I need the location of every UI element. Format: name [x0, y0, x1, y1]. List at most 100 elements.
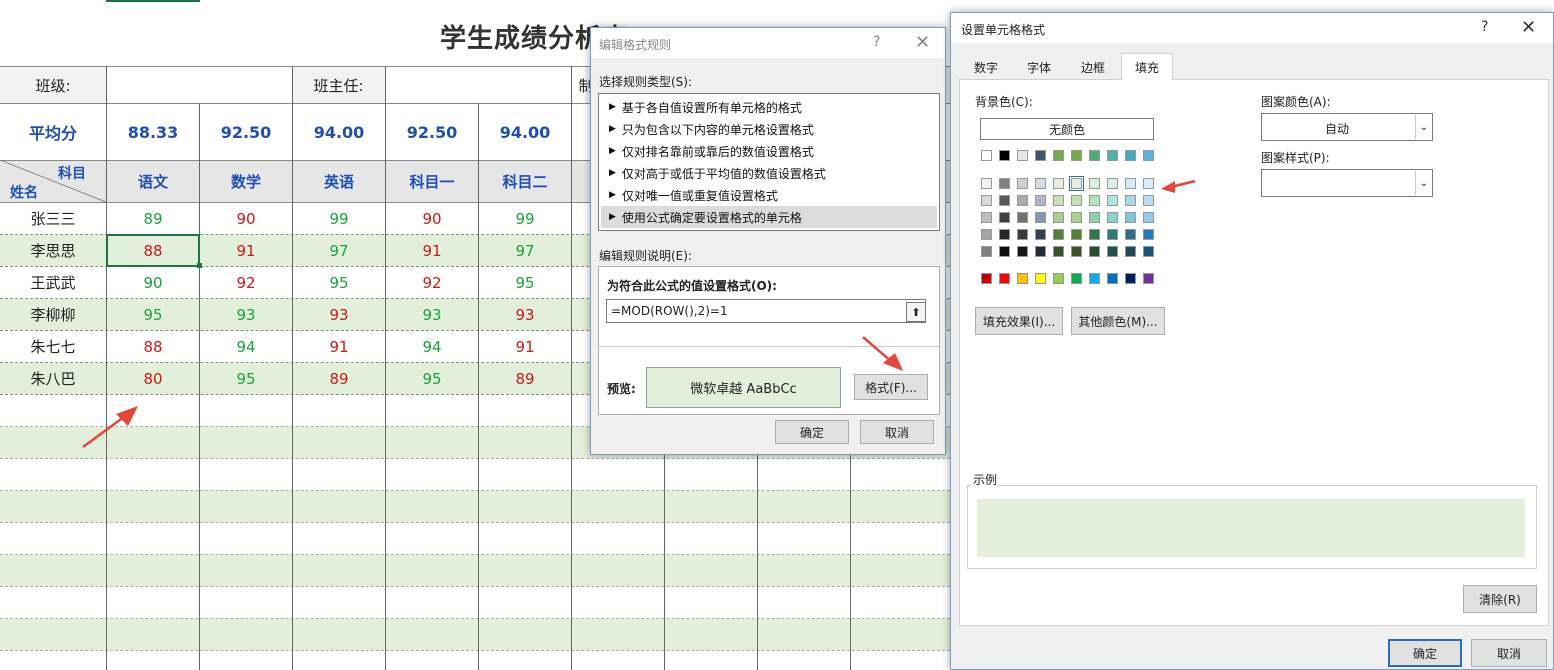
student-name-cell[interactable]: 朱八巴	[0, 363, 106, 394]
clear-button[interactable]: 清除(R)	[1463, 585, 1537, 613]
score-cell[interactable]: 95	[386, 363, 478, 394]
color-swatch[interactable]	[1053, 229, 1064, 240]
score-cell[interactable]: 92	[200, 267, 292, 298]
score-cell[interactable]: 93	[200, 299, 292, 330]
ok-button[interactable]: 确定	[775, 420, 849, 444]
color-swatch[interactable]	[1143, 229, 1154, 240]
color-swatch[interactable]	[1071, 246, 1082, 257]
rule-type-list[interactable]: ▶ 基于各自值设置所有单元格的格式 ▶ 只为包含以下内容的单元格设置格式 ▶ 仅对排名…	[598, 93, 940, 231]
no-color-button[interactable]: 无颜色	[980, 118, 1154, 140]
color-swatch[interactable]	[1143, 212, 1154, 223]
color-swatch[interactable]	[1125, 150, 1136, 161]
color-swatch[interactable]	[1053, 212, 1064, 223]
color-swatch[interactable]	[1089, 195, 1100, 206]
color-swatch[interactable]	[1107, 246, 1118, 257]
color-swatch-selected[interactable]	[1069, 176, 1084, 191]
score-cell[interactable]: 95	[107, 299, 199, 330]
color-swatch[interactable]	[999, 150, 1010, 161]
color-swatch[interactable]	[1089, 150, 1100, 161]
score-cell[interactable]: 89	[479, 363, 571, 394]
color-swatch[interactable]	[1035, 246, 1046, 257]
color-swatch[interactable]	[1035, 195, 1046, 206]
help-icon[interactable]: ?	[1481, 19, 1488, 35]
score-cell[interactable]: 94	[386, 331, 478, 362]
score-cell[interactable]: 88	[107, 331, 199, 362]
standard-color-swatch[interactable]	[999, 273, 1010, 284]
close-icon[interactable]: ✕	[1521, 17, 1536, 38]
tab-number[interactable]: 数字	[963, 55, 1009, 79]
color-swatch[interactable]	[1035, 178, 1046, 189]
score-cell[interactable]: 95	[200, 363, 292, 394]
standard-color-swatch[interactable]	[1053, 273, 1064, 284]
color-swatch[interactable]	[999, 195, 1010, 206]
header-cell[interactable]: 数学	[200, 161, 292, 202]
standard-color-swatch[interactable]	[1107, 273, 1118, 284]
color-swatch[interactable]	[1125, 212, 1136, 223]
color-swatch[interactable]	[1089, 178, 1100, 189]
color-swatch[interactable]	[1017, 229, 1028, 240]
pattern-color-select[interactable]: 自动 ⌄	[1261, 113, 1433, 141]
color-swatch[interactable]	[1143, 195, 1154, 206]
color-swatch[interactable]	[981, 195, 992, 206]
color-swatch[interactable]	[1053, 246, 1064, 257]
close-icon[interactable]: ✕	[915, 32, 930, 53]
pattern-style-select[interactable]: ⌄	[1261, 169, 1433, 197]
avg-value[interactable]: 92.50	[200, 104, 292, 160]
score-cell[interactable]: 90	[107, 267, 199, 298]
score-cell[interactable]: 93	[479, 299, 571, 330]
color-swatch[interactable]	[981, 178, 992, 189]
color-swatch[interactable]	[1107, 195, 1118, 206]
color-swatch[interactable]	[981, 246, 992, 257]
score-cell[interactable]: 95	[293, 267, 385, 298]
format-cells-dialog[interactable]: 设置单元格格式 ? ✕ 数字 字体 边框 填充 背景色(C): 无颜色 填充效果…	[950, 12, 1554, 670]
standard-color-swatch[interactable]	[1035, 273, 1046, 284]
color-swatch[interactable]	[999, 229, 1010, 240]
color-swatch[interactable]	[1125, 178, 1136, 189]
color-swatch[interactable]	[1089, 246, 1100, 257]
student-name-cell[interactable]: 朱七七	[0, 331, 106, 362]
more-colors-button[interactable]: 其他颜色(M)...	[1071, 307, 1165, 335]
student-name-cell[interactable]: 李思思	[0, 235, 106, 266]
color-swatch[interactable]	[1143, 246, 1154, 257]
color-swatch[interactable]	[1071, 150, 1082, 161]
color-swatch[interactable]	[1071, 212, 1082, 223]
color-swatch[interactable]	[1071, 195, 1082, 206]
score-cell[interactable]: 97	[479, 235, 571, 266]
cancel-button[interactable]: 取消	[860, 420, 934, 444]
teacher-value-cell[interactable]	[385, 67, 585, 103]
color-swatch[interactable]	[1017, 178, 1028, 189]
student-name-cell[interactable]: 李柳柳	[0, 299, 106, 330]
rule-type-item[interactable]: ▶ 基于各自值设置所有单元格的格式	[601, 96, 937, 118]
avg-value[interactable]: 88.33	[107, 104, 199, 160]
color-swatch[interactable]	[1107, 150, 1118, 161]
avg-value[interactable]: 94.00	[479, 104, 571, 160]
score-cell[interactable]: 89	[293, 363, 385, 394]
color-swatch[interactable]	[1035, 229, 1046, 240]
color-swatch[interactable]	[1143, 178, 1154, 189]
score-cell[interactable]: 90	[200, 203, 292, 234]
color-swatch[interactable]	[1053, 150, 1064, 161]
score-cell[interactable]: 80	[107, 363, 199, 394]
standard-color-swatch[interactable]	[1125, 273, 1136, 284]
standard-color-swatch[interactable]	[1017, 273, 1028, 284]
tab-font[interactable]: 字体	[1013, 55, 1065, 79]
edit-format-rule-dialog[interactable]: 编辑格式规则 ? ✕ 选择规则类型(S): ▶ 基于各自值设置所有单元格的格式 ▶…	[590, 27, 946, 455]
color-swatch[interactable]	[1143, 150, 1154, 161]
score-cell[interactable]: 95	[479, 267, 571, 298]
color-swatch[interactable]	[1071, 229, 1082, 240]
color-swatch[interactable]	[1089, 229, 1100, 240]
color-swatch[interactable]	[1017, 150, 1028, 161]
standard-color-swatch[interactable]	[1143, 273, 1154, 284]
standard-color-swatch[interactable]	[981, 273, 992, 284]
score-cell[interactable]: 94	[200, 331, 292, 362]
avg-value[interactable]: 92.50	[386, 104, 478, 160]
score-cell[interactable]: 91	[386, 235, 478, 266]
score-cell[interactable]: 92	[386, 267, 478, 298]
fill-handle[interactable]	[197, 263, 202, 268]
score-cell[interactable]: 99	[479, 203, 571, 234]
tab-border[interactable]: 边框	[1067, 55, 1119, 79]
score-cell[interactable]: 91	[293, 331, 385, 362]
rule-type-item-selected[interactable]: ▶ 使用公式确定要设置格式的单元格	[601, 206, 937, 228]
standard-color-swatch[interactable]	[1089, 273, 1100, 284]
color-swatch[interactable]	[1107, 178, 1118, 189]
